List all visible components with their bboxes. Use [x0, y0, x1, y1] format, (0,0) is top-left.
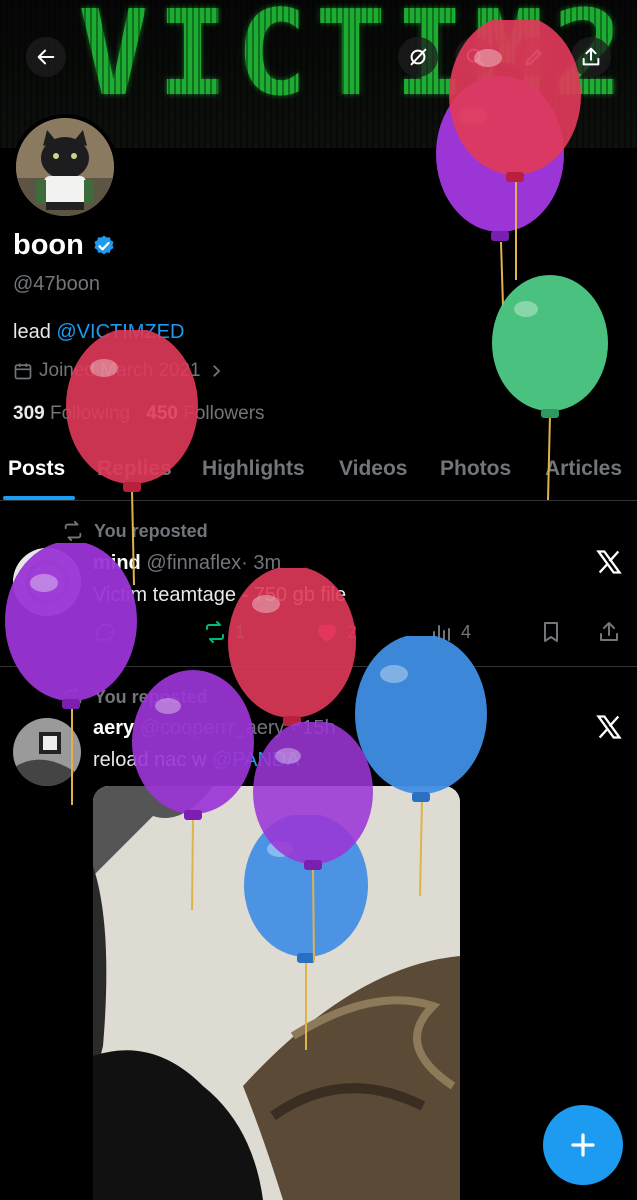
repost-icon	[64, 686, 82, 708]
author-name: aery	[93, 717, 135, 739]
views-button[interactable]: 4	[429, 620, 471, 644]
post-divider	[0, 666, 637, 667]
compose-button[interactable]	[543, 1105, 623, 1185]
active-tab-indicator	[3, 496, 75, 500]
tab-videos[interactable]: Videos	[339, 457, 407, 481]
x-logo-icon	[596, 550, 622, 574]
plus-icon	[571, 1133, 595, 1157]
share-icon	[600, 622, 618, 641]
tab-replies[interactable]: Replies	[97, 457, 172, 481]
post-text-body: reload nac w	[93, 749, 212, 771]
joined-date-row[interactable]: Joined March 2021	[13, 360, 225, 382]
post-time: · 15h	[290, 717, 336, 739]
share-post-button[interactable]	[597, 620, 621, 644]
profile-name: boon	[13, 229, 84, 261]
following-count: 309	[13, 403, 45, 424]
share-icon	[582, 47, 600, 66]
retweet-button[interactable]: 1	[203, 620, 245, 644]
reply-icon	[95, 623, 116, 642]
post-mention-link[interactable]: @PANDA	[212, 749, 300, 771]
search-button[interactable]	[455, 37, 495, 77]
arrow-left-icon	[37, 49, 55, 65]
bio-mention-link[interactable]: @VICTIMZED	[56, 321, 184, 343]
following-link[interactable]: 309 Following	[13, 403, 130, 425]
joined-date: Joined March 2021	[39, 360, 201, 381]
author-name: mind	[93, 552, 141, 574]
post-avatar[interactable]	[13, 548, 81, 616]
retweet-count: 1	[235, 621, 246, 642]
heart-icon	[318, 624, 336, 642]
view-count: 4	[461, 621, 472, 642]
search-icon	[466, 48, 485, 67]
repost-label: You reposted	[94, 520, 208, 541]
profile-tabs: Posts Replies Highlights Videos Photos A…	[0, 448, 637, 501]
post-time: · 3m	[241, 552, 282, 574]
post-avatar[interactable]	[13, 718, 81, 786]
post-media-image[interactable]	[93, 786, 460, 1200]
retweet-icon	[206, 621, 224, 643]
tab-posts[interactable]: Posts	[8, 457, 65, 481]
tab-highlights[interactable]: Highlights	[202, 457, 305, 481]
post-text: reload nac w @PANDA	[93, 749, 300, 772]
post-author[interactable]: mind @finnaflex· 3m	[93, 552, 281, 575]
grok-icon	[410, 48, 427, 66]
x-logo-icon	[596, 715, 622, 739]
reply-button[interactable]	[93, 620, 117, 644]
avatar-image	[13, 718, 81, 786]
followers-link[interactable]: 450 Followers	[146, 403, 264, 425]
chevron-right-icon	[212, 365, 220, 377]
like-button[interactable]: 2	[315, 620, 357, 644]
media-photo	[93, 786, 460, 1200]
post-author[interactable]: aery @cooperrr_aery · 15h	[93, 717, 336, 740]
edit-button[interactable]	[514, 37, 554, 77]
post-actions: 1 2 4	[93, 620, 623, 648]
repost-indicator: You reposted	[62, 520, 208, 542]
back-button[interactable]	[26, 37, 66, 77]
repost-indicator: You reposted	[62, 686, 208, 708]
followers-label: Followers	[183, 403, 265, 424]
like-count: 2	[347, 621, 358, 642]
follow-stats: 309 Following 450 Followers	[13, 403, 265, 425]
share-button[interactable]	[571, 37, 611, 77]
tab-articles[interactable]: Articles	[545, 457, 622, 481]
post-text: Victim teamtage - 750 gb file	[93, 584, 347, 606]
cat-avatar-image	[16, 118, 114, 216]
bar-chart-icon	[433, 625, 450, 641]
repost-label: You reposted	[94, 686, 208, 707]
bookmark-button[interactable]	[539, 620, 563, 644]
profile-name-row: boon	[13, 229, 116, 262]
grok-button[interactable]	[398, 37, 438, 77]
author-handle: @finnaflex	[146, 552, 242, 574]
profile-avatar[interactable]	[12, 114, 118, 220]
followers-count: 450	[146, 403, 178, 424]
pencil-icon	[525, 49, 542, 66]
profile-handle: @47boon	[13, 273, 101, 295]
profile-bio: lead @VICTIMZED	[13, 321, 184, 344]
avatar-image	[13, 548, 81, 616]
following-label: Following	[49, 403, 131, 424]
author-handle: @cooperrr_aery	[139, 717, 285, 739]
calendar-icon	[14, 363, 32, 380]
tab-photos[interactable]: Photos	[440, 457, 511, 481]
bio-text: lead	[13, 321, 57, 343]
repost-icon	[64, 520, 82, 542]
verified-badge-icon[interactable]	[92, 234, 116, 258]
bookmark-icon	[544, 622, 558, 642]
